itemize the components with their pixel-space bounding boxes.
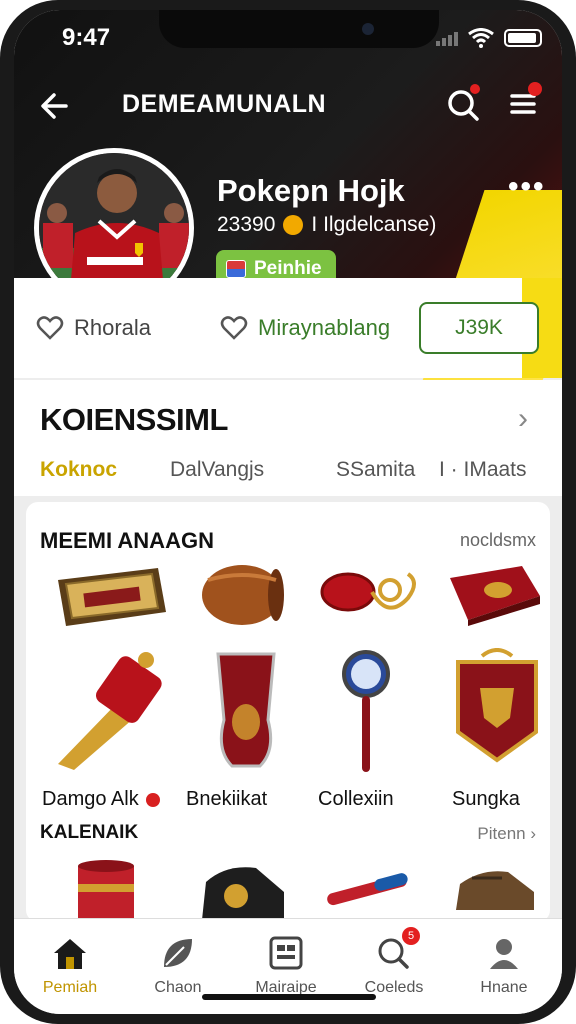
profile-name: Pokepn Hojk <box>217 173 405 208</box>
notification-dot <box>528 82 542 96</box>
plaque-item[interactable] <box>54 564 170 632</box>
grid-icon <box>266 933 306 973</box>
nav-chat[interactable]: Chaon <box>128 933 228 997</box>
notification-dot <box>470 84 480 94</box>
items-grid-card: MEEMI ANAAGN nocldsmx Damgo Alk Bnekiika… <box>26 502 550 922</box>
nav-market[interactable]: Mairaipe <box>236 933 336 997</box>
nav-search[interactable]: 5 Coeleds <box>344 927 444 997</box>
phone-frame: 9:47 DEMEAMUNALN Pokepn Hojk 23390 I Ilg… <box>0 0 576 1024</box>
chevron-right-icon[interactable]: › <box>518 402 528 436</box>
item-label: Sungka <box>452 788 520 810</box>
back-arrow-icon[interactable] <box>36 86 76 126</box>
barrel-item[interactable] <box>194 560 290 630</box>
favorite-label: Miraynablang <box>258 315 391 340</box>
red-badge-icon <box>146 792 161 807</box>
nav-profile[interactable]: Hnane <box>454 933 554 997</box>
favorite-button[interactable]: Miraynablang <box>220 314 390 342</box>
banner-item[interactable] <box>450 648 544 764</box>
item-label: Collexiin <box>318 788 394 810</box>
menu-button[interactable] <box>504 82 544 124</box>
premium-label: Peinhie <box>254 258 322 279</box>
horn-item[interactable] <box>48 642 168 772</box>
camera-icon <box>362 23 374 35</box>
section-title: KOIENSSIML <box>40 402 228 437</box>
grid-link[interactable]: nocldsmx <box>460 530 536 551</box>
leaf-icon <box>158 933 198 973</box>
battery-icon <box>504 29 542 47</box>
top-bar: DEMEAMUNALN <box>14 80 562 130</box>
keychain-item[interactable] <box>318 562 428 626</box>
home-icon <box>50 933 90 973</box>
status-icons <box>436 28 542 48</box>
section2-title: KALENAIK <box>40 822 139 843</box>
follow-button[interactable]: J39K <box>419 302 539 354</box>
tab-2[interactable]: SSamita <box>336 458 415 482</box>
book-item[interactable] <box>446 562 546 626</box>
screen: 9:47 DEMEAMUNALN Pokepn Hojk 23390 I Ilg… <box>14 10 562 1014</box>
action-row: Rhorala Miraynablang J39K <box>14 278 562 378</box>
flag-icon <box>226 260 246 278</box>
notch <box>159 10 439 48</box>
heart-icon <box>36 316 64 340</box>
heart-outline-icon <box>220 316 248 340</box>
glass-item[interactable] <box>206 650 286 770</box>
grid-title: MEEMI ANAAGN <box>40 528 214 553</box>
home-indicator[interactable] <box>202 994 376 1000</box>
boot-item[interactable] <box>452 864 538 914</box>
profile-stats: 23390 I Ilgdelcanse) <box>217 213 436 237</box>
status-time: 9:47 <box>62 24 111 51</box>
tin-item[interactable] <box>74 858 138 922</box>
user-icon <box>484 933 524 973</box>
wifi-icon <box>468 28 494 48</box>
tab-0[interactable]: Koknoc <box>40 458 117 482</box>
like-button[interactable]: Rhorala <box>36 314 151 342</box>
coin-icon <box>283 215 304 235</box>
nav-home[interactable]: Pemiah <box>20 933 120 997</box>
section2-link[interactable]: Pitenn › <box>477 824 536 844</box>
points-value: 23390 <box>217 213 276 236</box>
nav-label: Pemiah <box>42 979 98 996</box>
shoe-item[interactable] <box>196 862 288 922</box>
signal-icon <box>436 30 458 46</box>
points-suffix: I Ilgdelcanse) <box>311 213 437 236</box>
magnifier-item[interactable] <box>336 648 396 778</box>
item-label: Damgo Alk <box>42 788 161 811</box>
stick-item[interactable] <box>324 868 410 908</box>
like-label: Rhorala <box>74 315 152 340</box>
page-title: DEMEAMUNALN <box>122 90 327 118</box>
collection-section: KOIENSSIML › Koknoc DalVangjs SSamita I … <box>14 380 562 496</box>
search-button[interactable] <box>444 84 484 124</box>
tab-3[interactable]: I · IMaats <box>439 458 527 482</box>
nav-label: Hnane <box>480 979 528 996</box>
tab-1[interactable]: DalVangjs <box>170 458 264 482</box>
search-icon: 5 <box>374 927 420 973</box>
more-options-button[interactable]: ••• <box>508 170 546 204</box>
notification-badge: 5 <box>402 927 420 945</box>
item-label: Bnekiikat <box>186 788 268 810</box>
